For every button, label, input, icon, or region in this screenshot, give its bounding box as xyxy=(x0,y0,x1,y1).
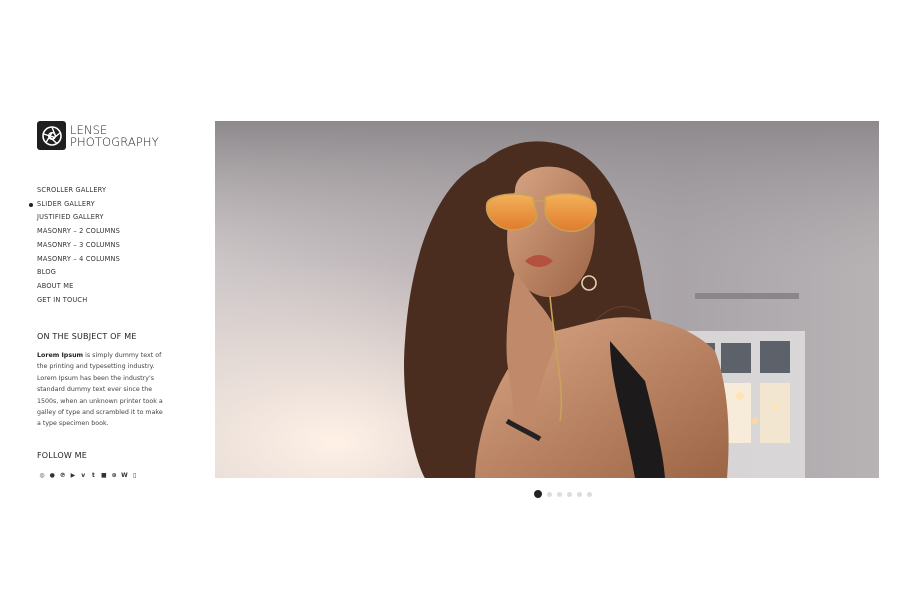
about-text-body: is simply dummy text of the printing and… xyxy=(37,352,163,428)
menu-item-blog[interactable]: BLOG xyxy=(37,266,120,280)
slider-image[interactable] xyxy=(215,121,879,478)
menu-item-scroller-gallery[interactable]: SCROLLER GALLERY xyxy=(37,184,120,198)
follow-heading: FOLLOW ME xyxy=(37,451,88,460)
slider-dot-5[interactable] xyxy=(577,491,582,497)
flickr-icon[interactable]: ■ xyxy=(100,471,108,480)
vimeo-icon[interactable]: v xyxy=(79,471,87,480)
slider-pagination xyxy=(534,490,592,498)
brand-line-2: PHOTOGRAPHY xyxy=(70,134,159,149)
menu-item-slider-gallery[interactable]: SLIDER GALLERY xyxy=(28,198,120,212)
menu-item-masonry-2-columns[interactable]: MASONRY – 2 COLUMNS xyxy=(37,225,120,239)
wordpress-icon[interactable]: W xyxy=(120,471,128,480)
tumblr-icon[interactable]: t xyxy=(89,471,97,480)
menu-item-about-me[interactable]: ABOUT ME xyxy=(37,280,120,294)
slider-dot-4[interactable] xyxy=(567,491,572,497)
social-links: ◎ ● ℗ ▶ v t ■ ⊛ W ▯ xyxy=(38,471,139,480)
slide-photo-portrait xyxy=(215,121,879,478)
brand-name: LENSE PHOTOGRAPHY xyxy=(70,124,159,148)
menu-item-masonry-3-columns[interactable]: MASONRY – 3 COLUMNS xyxy=(37,239,120,253)
menu-item-get-in-touch[interactable]: GET IN TOUCH xyxy=(37,294,120,308)
youtube-icon[interactable]: ▶ xyxy=(69,471,77,480)
about-text-bold: Lorem Ipsum xyxy=(37,352,84,359)
site-logo[interactable]: LENSE PHOTOGRAPHY xyxy=(37,121,159,150)
about-text: Lorem Ipsum is simply dummy text of the … xyxy=(37,350,165,430)
about-heading: ON THE SUBJECT OF ME xyxy=(37,332,137,341)
brand-line-1: LENSE xyxy=(70,122,108,137)
menu-item-masonry-4-columns[interactable]: MASONRY – 4 COLUMNS xyxy=(37,253,120,267)
github-icon[interactable]: ● xyxy=(48,471,56,480)
slider-dot-3[interactable] xyxy=(557,491,562,497)
menu-item-justified-gallery[interactable]: JUSTIFIED GALLERY xyxy=(37,211,120,225)
slider-dot-6[interactable] xyxy=(587,491,592,497)
instagram-icon[interactable]: ◎ xyxy=(38,471,46,480)
foursquare-icon[interactable]: ▯ xyxy=(131,471,139,480)
dribbble-icon[interactable]: ⊛ xyxy=(110,471,118,480)
aperture-logo-icon xyxy=(37,121,66,150)
slider-dot-2[interactable] xyxy=(547,491,552,497)
main-navigation: SCROLLER GALLERY SLIDER GALLERY JUSTIFIE… xyxy=(28,184,120,308)
slider-dot-1[interactable] xyxy=(534,490,542,498)
pinterest-icon[interactable]: ℗ xyxy=(59,471,67,480)
